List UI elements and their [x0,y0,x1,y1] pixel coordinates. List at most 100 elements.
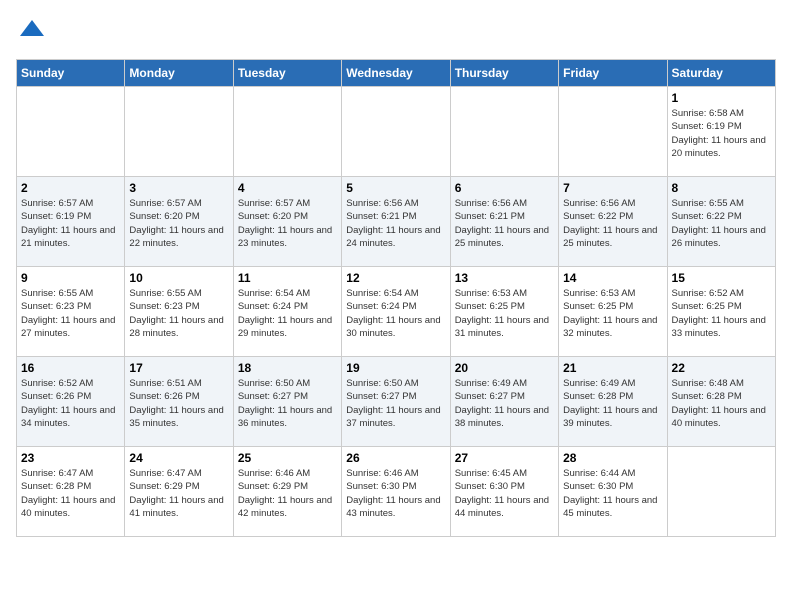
logo [16,16,46,49]
day-info: Sunrise: 6:52 AM Sunset: 6:25 PM Dayligh… [672,287,771,340]
day-info: Sunrise: 6:54 AM Sunset: 6:24 PM Dayligh… [238,287,337,340]
day-number: 1 [672,91,771,105]
calendar-cell [17,87,125,177]
week-row-4: 16 Sunrise: 6:52 AM Sunset: 6:26 PM Dayli… [17,357,776,447]
week-row-5: 23 Sunrise: 6:47 AM Sunset: 6:28 PM Dayli… [17,447,776,537]
calendar-cell [667,447,775,537]
calendar-cell: 12 Sunrise: 6:54 AM Sunset: 6:24 PM Dayli… [342,267,450,357]
day-number: 25 [238,451,337,465]
calendar-cell [342,87,450,177]
day-info: Sunrise: 6:57 AM Sunset: 6:19 PM Dayligh… [21,197,120,250]
calendar-cell: 9 Sunrise: 6:55 AM Sunset: 6:23 PM Daylig… [17,267,125,357]
day-info: Sunrise: 6:55 AM Sunset: 6:22 PM Dayligh… [672,197,771,250]
day-number: 9 [21,271,120,285]
calendar-table: SundayMondayTuesdayWednesdayThursdayFrid… [16,59,776,537]
calendar-cell: 2 Sunrise: 6:57 AM Sunset: 6:19 PM Daylig… [17,177,125,267]
calendar-cell: 20Sunrise: 6:49 AM Sunset: 6:27 PM Dayli… [450,357,558,447]
day-info: Sunrise: 6:56 AM Sunset: 6:21 PM Dayligh… [346,197,445,250]
calendar-cell: 13 Sunrise: 6:53 AM Sunset: 6:25 PM Dayli… [450,267,558,357]
day-number: 16 [21,361,120,375]
day-number: 11 [238,271,337,285]
week-row-2: 2 Sunrise: 6:57 AM Sunset: 6:19 PM Daylig… [17,177,776,267]
day-info: Sunrise: 6:44 AM Sunset: 6:30 PM Dayligh… [563,467,662,520]
day-number: 10 [129,271,228,285]
page-header [16,16,776,49]
weekday-header-monday: Monday [125,60,233,87]
day-info: Sunrise: 6:47 AM Sunset: 6:29 PM Dayligh… [129,467,228,520]
day-number: 8 [672,181,771,195]
calendar-cell: 21 Sunrise: 6:49 AM Sunset: 6:28 PM Dayli… [559,357,667,447]
day-number: 2 [21,181,120,195]
calendar-cell: 16 Sunrise: 6:52 AM Sunset: 6:26 PM Dayli… [17,357,125,447]
day-number: 13 [455,271,554,285]
day-number: 17 [129,361,228,375]
day-info: Sunrise: 6:49 AM Sunset: 6:28 PM Dayligh… [563,377,662,430]
day-info: Sunrise: 6:52 AM Sunset: 6:26 PM Dayligh… [21,377,120,430]
day-info: Sunrise: 6:55 AM Sunset: 6:23 PM Dayligh… [21,287,120,340]
day-number: 24 [129,451,228,465]
day-number: 20 [455,361,554,375]
day-info: Sunrise: 6:57 AM Sunset: 6:20 PM Dayligh… [238,197,337,250]
day-info: Sunrise: 6:50 AM Sunset: 6:27 PM Dayligh… [346,377,445,430]
day-number: 23 [21,451,120,465]
calendar-cell [450,87,558,177]
calendar-cell: 14 Sunrise: 6:53 AM Sunset: 6:25 PM Dayli… [559,267,667,357]
calendar-cell: 27 Sunrise: 6:45 AM Sunset: 6:30 PM Dayli… [450,447,558,537]
week-row-1: 1 Sunrise: 6:58 AM Sunset: 6:19 PM Daylig… [17,87,776,177]
day-info: Sunrise: 6:56 AM Sunset: 6:22 PM Dayligh… [563,197,662,250]
calendar-cell [233,87,341,177]
logo-icon [18,16,46,44]
day-number: 18 [238,361,337,375]
day-info: Sunrise: 6:58 AM Sunset: 6:19 PM Dayligh… [672,107,771,160]
day-number: 27 [455,451,554,465]
day-info: Sunrise: 6:53 AM Sunset: 6:25 PM Dayligh… [563,287,662,340]
calendar-cell [559,87,667,177]
weekday-header-saturday: Saturday [667,60,775,87]
day-info: Sunrise: 6:46 AM Sunset: 6:30 PM Dayligh… [346,467,445,520]
day-number: 7 [563,181,662,195]
day-info: Sunrise: 6:54 AM Sunset: 6:24 PM Dayligh… [346,287,445,340]
day-number: 12 [346,271,445,285]
calendar-cell: 24 Sunrise: 6:47 AM Sunset: 6:29 PM Dayli… [125,447,233,537]
day-number: 21 [563,361,662,375]
calendar-cell: 8 Sunrise: 6:55 AM Sunset: 6:22 PM Daylig… [667,177,775,267]
calendar-cell: 25 Sunrise: 6:46 AM Sunset: 6:29 PM Dayli… [233,447,341,537]
weekday-header-row: SundayMondayTuesdayWednesdayThursdayFrid… [17,60,776,87]
week-row-3: 9 Sunrise: 6:55 AM Sunset: 6:23 PM Daylig… [17,267,776,357]
calendar-cell: 10 Sunrise: 6:55 AM Sunset: 6:23 PM Dayli… [125,267,233,357]
day-info: Sunrise: 6:56 AM Sunset: 6:21 PM Dayligh… [455,197,554,250]
calendar-cell: 28Sunrise: 6:44 AM Sunset: 6:30 PM Dayli… [559,447,667,537]
day-number: 6 [455,181,554,195]
day-info: Sunrise: 6:55 AM Sunset: 6:23 PM Dayligh… [129,287,228,340]
day-number: 22 [672,361,771,375]
calendar-cell: 11 Sunrise: 6:54 AM Sunset: 6:24 PM Dayli… [233,267,341,357]
day-number: 5 [346,181,445,195]
day-info: Sunrise: 6:50 AM Sunset: 6:27 PM Dayligh… [238,377,337,430]
weekday-header-friday: Friday [559,60,667,87]
calendar-cell: 19 Sunrise: 6:50 AM Sunset: 6:27 PM Dayli… [342,357,450,447]
calendar-cell: 23 Sunrise: 6:47 AM Sunset: 6:28 PM Dayli… [17,447,125,537]
day-number: 19 [346,361,445,375]
day-info: Sunrise: 6:57 AM Sunset: 6:20 PM Dayligh… [129,197,228,250]
day-number: 14 [563,271,662,285]
calendar-cell: 22 Sunrise: 6:48 AM Sunset: 6:28 PM Dayli… [667,357,775,447]
day-info: Sunrise: 6:45 AM Sunset: 6:30 PM Dayligh… [455,467,554,520]
day-info: Sunrise: 6:48 AM Sunset: 6:28 PM Dayligh… [672,377,771,430]
calendar-cell: 26 Sunrise: 6:46 AM Sunset: 6:30 PM Dayli… [342,447,450,537]
weekday-header-wednesday: Wednesday [342,60,450,87]
day-info: Sunrise: 6:51 AM Sunset: 6:26 PM Dayligh… [129,377,228,430]
calendar-cell [125,87,233,177]
weekday-header-tuesday: Tuesday [233,60,341,87]
weekday-header-thursday: Thursday [450,60,558,87]
weekday-header-sunday: Sunday [17,60,125,87]
calendar-cell: 15Sunrise: 6:52 AM Sunset: 6:25 PM Dayli… [667,267,775,357]
day-number: 3 [129,181,228,195]
calendar-cell: 6 Sunrise: 6:56 AM Sunset: 6:21 PM Daylig… [450,177,558,267]
day-info: Sunrise: 6:46 AM Sunset: 6:29 PM Dayligh… [238,467,337,520]
day-number: 4 [238,181,337,195]
calendar-cell: 3 Sunrise: 6:57 AM Sunset: 6:20 PM Daylig… [125,177,233,267]
calendar-cell: 5 Sunrise: 6:56 AM Sunset: 6:21 PM Daylig… [342,177,450,267]
day-info: Sunrise: 6:53 AM Sunset: 6:25 PM Dayligh… [455,287,554,340]
day-info: Sunrise: 6:47 AM Sunset: 6:28 PM Dayligh… [21,467,120,520]
day-number: 26 [346,451,445,465]
